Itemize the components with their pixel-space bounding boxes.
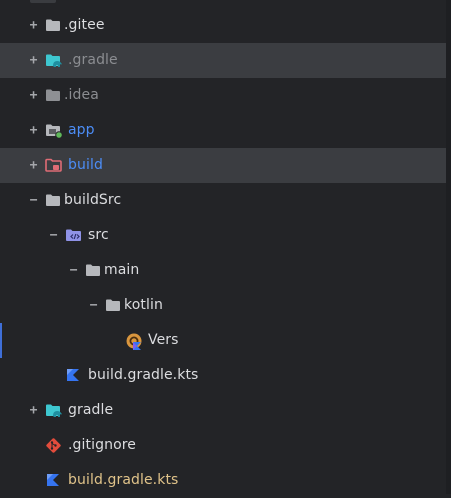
expand-icon[interactable]: + xyxy=(27,19,40,32)
tree-item-idea[interactable]: + .idea xyxy=(0,78,446,113)
tree-item-gradle[interactable]: + gradle xyxy=(0,393,446,428)
tree-item-label: src xyxy=(88,227,109,243)
folder-icon xyxy=(45,17,63,34)
tree-item-label: .gitee xyxy=(64,17,105,33)
tree-item-label: kotlin xyxy=(124,297,163,313)
collapse-icon[interactable]: − xyxy=(27,194,40,207)
tree-item-gitee[interactable]: + .gitee xyxy=(0,8,446,43)
folder-icon xyxy=(45,87,63,104)
scrollbar-track[interactable] xyxy=(446,0,451,494)
folder-icon xyxy=(85,262,103,279)
tree-item-main[interactable]: − main xyxy=(0,253,446,288)
kotlin-file-icon xyxy=(45,472,63,489)
project-tree: + .gitee + .gradle + .idea + app + build… xyxy=(0,0,451,494)
tree-item-gradle-cache[interactable]: + .gradle xyxy=(0,43,446,78)
tree-item-label: app xyxy=(68,122,95,138)
expand-icon[interactable]: + xyxy=(27,404,40,417)
folder-icon xyxy=(45,192,63,209)
gradle-folder-icon xyxy=(45,52,63,69)
collapse-icon[interactable]: − xyxy=(67,264,80,277)
tree-item-buildsrc[interactable]: − buildSrc xyxy=(0,183,446,218)
tree-item-label: build.gradle.kts xyxy=(68,472,179,488)
tree-item-build-gradle-kts[interactable]: build.gradle.kts xyxy=(0,463,446,498)
tree-item-label: .gitignore xyxy=(68,437,136,453)
git-icon xyxy=(45,437,63,454)
expand-icon[interactable]: + xyxy=(27,124,40,137)
source-folder-icon xyxy=(65,227,83,244)
tree-item-label: buildSrc xyxy=(64,192,122,208)
tree-item-src[interactable]: − src xyxy=(0,218,446,253)
excluded-folder-icon xyxy=(45,157,63,174)
collapse-icon[interactable]: − xyxy=(47,229,60,242)
tree-item-kotlin[interactable]: − kotlin xyxy=(0,288,446,323)
tree-item-label: build xyxy=(68,157,103,173)
tree-item-label: build.gradle.kts xyxy=(88,367,199,383)
module-folder-icon xyxy=(45,122,63,139)
tree-item-label: main xyxy=(104,262,140,278)
kotlin-object-icon xyxy=(125,332,143,350)
gradle-folder-icon xyxy=(45,402,63,419)
tree-item-build[interactable]: + build xyxy=(0,148,446,183)
tree-item-label: .gradle xyxy=(68,52,118,68)
tree-item-label: Vers xyxy=(148,332,179,348)
kotlin-file-icon xyxy=(65,367,83,384)
tree-item-label: .idea xyxy=(64,87,99,103)
tree-item-app[interactable]: + app xyxy=(0,113,446,148)
tree-item-vers[interactable]: Vers xyxy=(0,323,446,358)
folder-icon xyxy=(105,297,123,314)
scroll-top-edge xyxy=(30,0,56,3)
expand-icon[interactable]: + xyxy=(27,54,40,67)
tree-item-label: gradle xyxy=(68,402,114,418)
expand-icon[interactable]: + xyxy=(27,89,40,102)
tree-item-buildsrc-build-gradle-kts[interactable]: build.gradle.kts xyxy=(0,358,446,393)
collapse-icon[interactable]: − xyxy=(87,299,100,312)
expand-icon[interactable]: + xyxy=(27,159,40,172)
tree-item-gitignore[interactable]: .gitignore xyxy=(0,428,446,463)
